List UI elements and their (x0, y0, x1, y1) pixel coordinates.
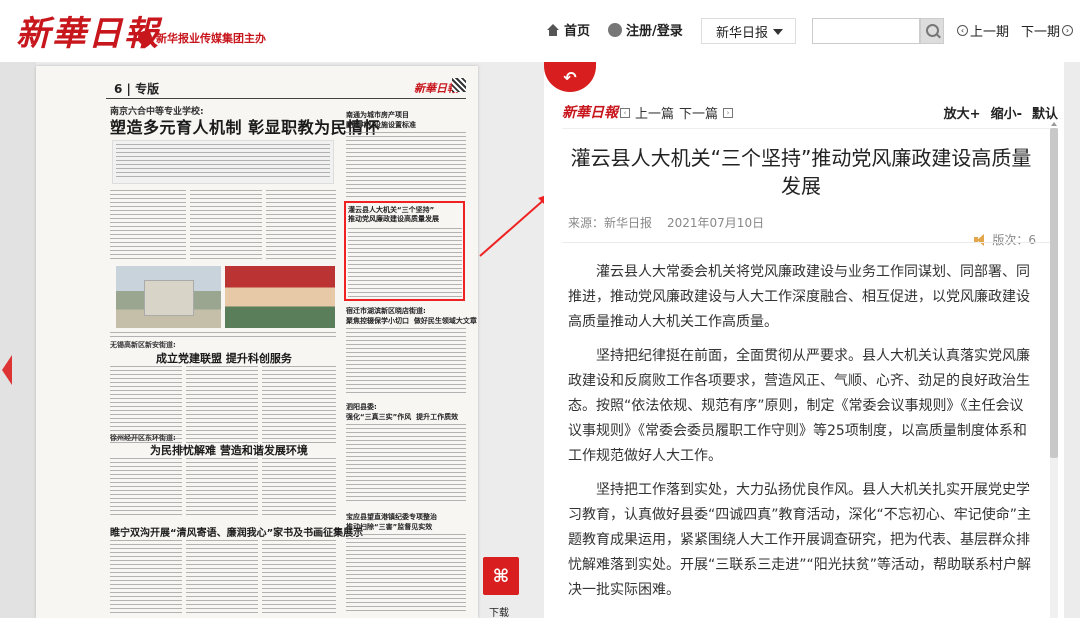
chevron-right-icon: › (723, 107, 734, 118)
section-headline[interactable]: 为民排忧解难 营造和谐发展环境 (150, 442, 308, 458)
back-arrow-icon: ↶ (563, 67, 577, 87)
stone-icon (144, 280, 194, 316)
qr-code-icon (452, 78, 466, 92)
chevron-right-icon: › (1062, 25, 1074, 36)
article-logo: 新華日報 (562, 105, 618, 121)
right-article-headline[interactable]: 南通为城市房产项目 配建并卫设施设置标准 (346, 110, 416, 130)
site-sublogo: 新华报业传媒集团主办 (138, 30, 266, 46)
back-button[interactable]: ↶ (544, 62, 596, 92)
nav-home[interactable]: 首页 (546, 20, 590, 39)
nav-login[interactable]: 注册/登录 (608, 20, 683, 39)
prev-issue-label: 上一期 (970, 25, 1010, 40)
section-kicker: 无锡高新区新安街道: (110, 341, 176, 349)
text-column (110, 190, 186, 262)
article-nav: ‹ 上一篇 下一篇 › (620, 103, 734, 122)
header-rule (106, 98, 466, 99)
divider (562, 242, 1058, 243)
text-column (346, 534, 466, 614)
sublogo-text: 新华报业传媒集团主办 (156, 32, 266, 45)
article-toolbar: 新華日報 ‹ 上一篇 下一篇 › 放大+ 缩小- 默认 (562, 102, 1058, 122)
selected-article-headline[interactable]: 灌云县人大机关“三个坚持” 推动党风廉政建设高质量发展 (348, 206, 458, 224)
search-input[interactable] (812, 18, 920, 44)
article-paragraph: 坚持把工作落到实处，大力弘扬优良作风。县人大机关扎实开展党史学习教育，认真做好县… (568, 482, 1032, 598)
home-icon (546, 23, 560, 36)
divider (562, 128, 1058, 129)
scrollbar-thumb[interactable] (1050, 128, 1058, 458)
right-article-headline[interactable]: 宿迁市湖滨新区晓店街道: 聚焦控辍保学小切口 做好民生领域大文章 (346, 306, 477, 326)
text-column (190, 190, 262, 262)
next-issue-link[interactable]: 下一期 › (1021, 21, 1074, 40)
download-pdf-button[interactable]: ⌘ (483, 557, 519, 595)
group-logo-icon (138, 31, 152, 45)
user-icon (608, 22, 623, 37)
text-column (186, 540, 258, 616)
text-column (110, 458, 182, 518)
speaker-icon[interactable] (974, 233, 988, 246)
pdf-icon: ⌘ (492, 565, 510, 587)
event-photo[interactable] (225, 266, 335, 328)
section-headline[interactable]: 睢宁双沟开展“清风寄语、廉润我心”家书及书画征集展示 (110, 524, 363, 539)
right-article-headline[interactable]: 泗阳县委: 强化“三真三实”作风 提升工作质效 (346, 402, 458, 422)
search-button[interactable] (920, 18, 944, 44)
page-number: 6 | 专版 (114, 82, 160, 96)
text-column (262, 366, 336, 446)
prev-page-arrow-icon[interactable] (2, 355, 12, 385)
article-body: 灌云县人大常委会机关将党风廉政建设与业务工作同谋划、同部署、同推进，推动党风廉政… (568, 260, 1036, 612)
article-source: 来源：新华日报 (568, 216, 653, 230)
newspaper-page[interactable]: 6 | 专版 新華日報 南京六合中等专业学校: 塑造多元育人机制 彰显职教为民情… (36, 66, 478, 618)
site-header: 新華日報 新华报业传媒集团主办 首页 注册/登录 新华日报 ‹ 上一期 下一期 … (0, 0, 1080, 62)
selected-article-text (348, 228, 462, 298)
article-paragraph: 灌云县人大常委会机关将党风廉政建设与业务工作同谋划、同部署、同推进，推动党风廉政… (568, 264, 1030, 330)
text-column (186, 458, 258, 518)
school-photo[interactable] (116, 266, 221, 328)
zoom-in-button[interactable]: 放大+ (944, 103, 981, 122)
scroll-up-icon[interactable] (1050, 120, 1058, 128)
text-column (110, 540, 182, 616)
article-paragraph: 坚持把纪律挺在前面，全面贯彻从严要求。县人大机关认真落实党风廉政建设和反腐败工作… (568, 348, 1030, 464)
page-left-edge (0, 62, 36, 618)
text-column (186, 366, 258, 446)
article-meta: 来源：新华日报 2021年07月10日 版次：6 (568, 214, 1036, 247)
article-title: 灌云县人大机关“三个坚持”推动党风廉政建设高质量发展 (570, 146, 1032, 198)
right-article-headline[interactable]: 宝应县望直港镇纪委专项整治 推动扫除“三害”监督见实效 (346, 512, 437, 532)
section-headline[interactable]: 成立党建联盟 提升科创服务 (156, 350, 292, 366)
text-column (346, 424, 466, 504)
photo-caption (110, 332, 336, 340)
edition-select[interactable]: 新华日报 (701, 18, 796, 44)
download-label[interactable]: 下载 (489, 604, 509, 618)
font-size-controls: 放大+ 缩小- 默认 (944, 103, 1058, 122)
text-column (262, 540, 336, 616)
text-column (262, 458, 336, 518)
lead-text-block (116, 144, 330, 180)
next-article-link[interactable]: 下一篇 (679, 103, 718, 122)
edition-select-value: 新华日报 (716, 25, 769, 41)
chevron-down-icon (773, 29, 783, 35)
top-nav: 首页 注册/登录 (546, 20, 701, 39)
prev-article-link[interactable]: 上一篇 (635, 103, 674, 122)
next-issue-label: 下一期 (1021, 25, 1061, 40)
zoom-out-button[interactable]: 缩小- (991, 103, 1022, 122)
article-headline[interactable]: 塑造多元育人机制 彰显职教为民情怀 (110, 114, 380, 138)
text-column (346, 328, 466, 394)
article-date: 2021年07月10日 (667, 216, 765, 230)
nav-home-label: 首页 (564, 24, 591, 39)
article-panel: ↶ 新華日報 ‹ 上一篇 下一篇 › 放大+ 缩小- 默认 灌云县人大机关“三个… (544, 62, 1064, 618)
nav-login-label: 注册/登录 (626, 24, 683, 39)
edition-label: 版次：6 (992, 233, 1036, 247)
chevron-left-icon: ‹ (620, 107, 630, 118)
text-column (266, 190, 336, 262)
text-column (346, 132, 466, 198)
article-edition: 版次：6 (974, 231, 1036, 248)
prev-issue-link[interactable]: ‹ 上一期 (957, 21, 1009, 40)
chevron-left-icon: ‹ (957, 25, 968, 36)
